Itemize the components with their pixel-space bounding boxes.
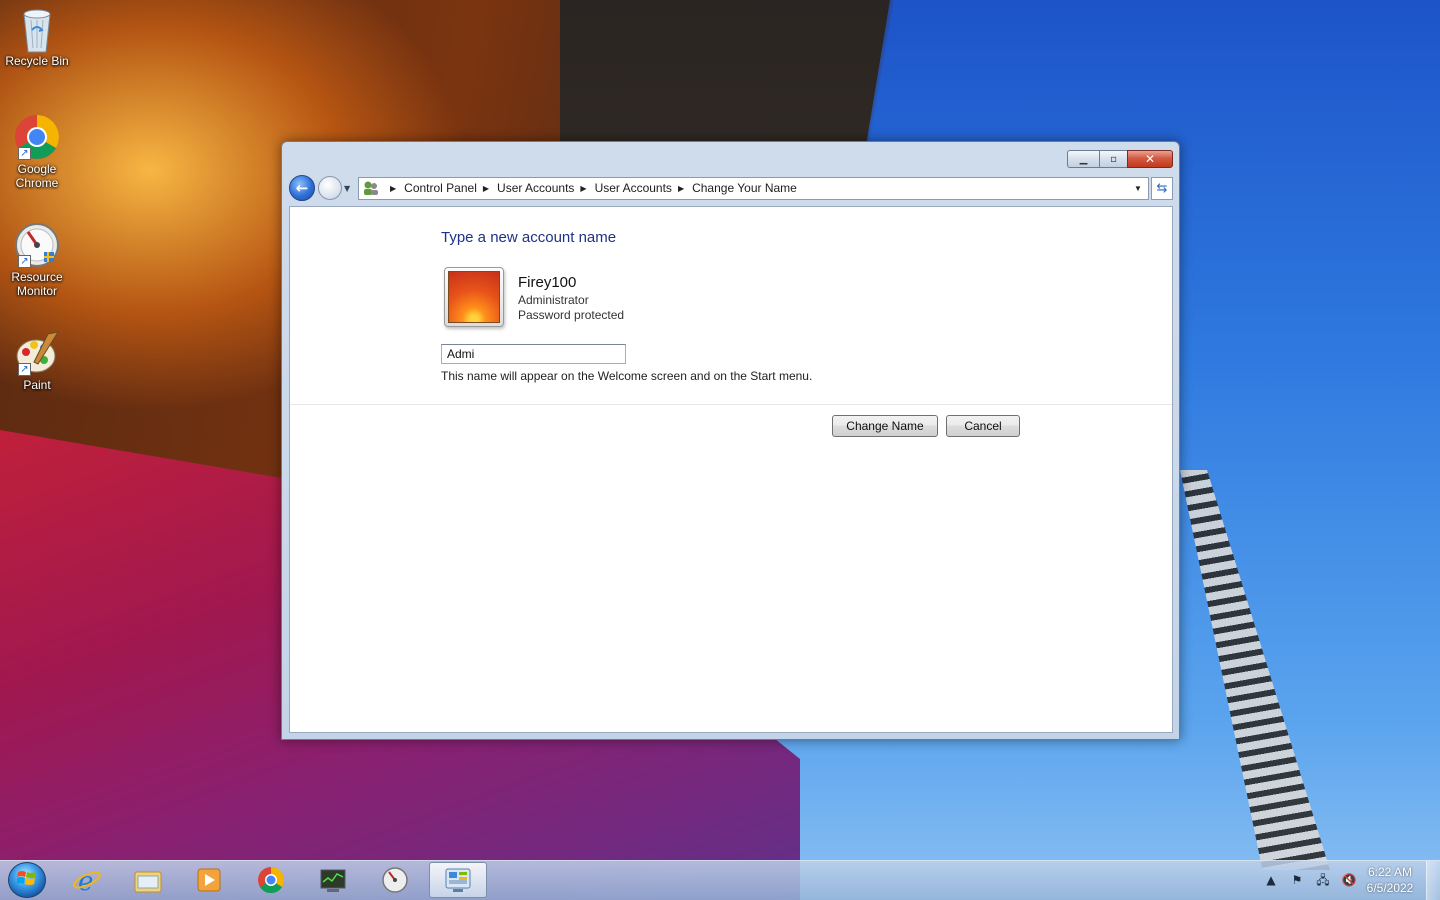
show-hidden-icons-icon[interactable]: ▲ <box>1263 872 1279 888</box>
taskbar-windows-explorer[interactable] <box>119 862 177 898</box>
resource-monitor-icon: ↗ <box>14 222 60 268</box>
address-bar[interactable]: ▶ Control Panel ▶ User Accounts ▶ User A… <box>358 176 1149 200</box>
back-arrow-icon: ← <box>295 179 309 197</box>
breadcrumb-control-panel[interactable]: Control Panel <box>404 181 477 195</box>
desktop-icon-label: Resource Monitor <box>11 270 63 298</box>
desktop-icon-label: Google Chrome <box>15 162 59 190</box>
taskbar-control-panel[interactable] <box>429 862 487 898</box>
clock-date: 6/5/2022 <box>1366 881 1414 895</box>
chevron-down-icon: ▼ <box>344 183 351 193</box>
taskbar-task-manager[interactable] <box>304 862 362 898</box>
name-hint-text: This name will appear on the Welcome scr… <box>441 369 813 383</box>
breadcrumb-arrow-icon[interactable]: ▶ <box>580 184 586 193</box>
chrome-icon: ↗ <box>14 114 60 160</box>
close-button[interactable]: ✕ <box>1127 150 1173 168</box>
breadcrumb-user-accounts[interactable]: User Accounts <box>497 181 574 195</box>
shortcut-arrow-icon: ↗ <box>18 255 31 268</box>
desktop-icon-label: Paint <box>23 378 51 392</box>
breadcrumb-arrow-icon[interactable]: ▶ <box>483 184 489 193</box>
recycle-bin-icon <box>14 6 60 53</box>
maximize-button[interactable]: ▫ <box>1099 150 1127 168</box>
caption-buttons: ▁ ▫ ✕ <box>1067 150 1173 168</box>
minimize-button[interactable]: ▁ <box>1067 150 1099 168</box>
account-password-status: Password protected <box>518 308 625 322</box>
desktop-icon-label: Recycle Bin <box>5 54 69 68</box>
breadcrumb-user-accounts-sub[interactable]: User Accounts <box>595 181 672 195</box>
breadcrumb-change-your-name[interactable]: Change Your Name <box>692 181 797 195</box>
wallpaper-tower <box>1180 470 1330 870</box>
back-button[interactable]: ← <box>289 175 315 201</box>
action-center-flag-icon[interactable]: ⚑ <box>1289 872 1305 888</box>
show-desktop-button[interactable] <box>1426 861 1440 900</box>
flower-picture <box>448 271 500 323</box>
task-manager-icon <box>318 866 348 894</box>
control-panel-icon <box>362 180 380 196</box>
close-icon: ✕ <box>1144 152 1156 166</box>
notification-area: ▲ ⚑ 🖧 🔇 <box>1258 868 1362 892</box>
control-panel-icon <box>443 866 473 894</box>
media-player-icon <box>194 866 224 894</box>
address-dropdown-button[interactable]: ▼ <box>1128 184 1148 193</box>
paint-icon: ↗ <box>14 330 60 376</box>
maximize-icon: ▫ <box>1110 153 1117 165</box>
desktop-icon-google-chrome[interactable]: ↗ Google Chrome <box>4 114 70 190</box>
desktop-icon-recycle-bin[interactable]: Recycle Bin <box>4 6 70 68</box>
content-pane: Type a new account name Firey100 Adminis… <box>289 206 1173 733</box>
page-title: Type a new account name <box>441 229 617 246</box>
breadcrumb-arrow-icon[interactable]: ▶ <box>390 184 396 193</box>
desktop-icon-resource-monitor[interactable]: ↗ Resource Monitor <box>4 222 70 298</box>
shortcut-arrow-icon: ↗ <box>18 363 31 376</box>
svg-text:e: e <box>78 867 93 894</box>
internet-explorer-icon: e <box>72 866 102 897</box>
clock-time: 6:22 AM <box>1367 865 1413 879</box>
change-name-button[interactable]: Change Name <box>832 415 938 437</box>
desktop-icon-paint[interactable]: ↗ Paint <box>4 330 70 392</box>
account-role: Administrator <box>518 293 589 307</box>
network-icon[interactable]: 🖧 <box>1315 872 1331 888</box>
shortcut-arrow-icon: ↗ <box>18 147 31 160</box>
windows-explorer-icon <box>133 866 163 894</box>
divider <box>290 404 1172 405</box>
new-account-name-input[interactable] <box>441 344 626 364</box>
taskbar-internet-explorer[interactable]: e <box>58 862 116 898</box>
cancel-button[interactable]: Cancel <box>946 415 1020 437</box>
windows-logo-icon <box>16 869 37 891</box>
account-name: Firey100 <box>518 274 577 291</box>
account-picture <box>444 267 504 327</box>
breadcrumb-arrow-icon[interactable]: ▶ <box>678 184 684 193</box>
chrome-icon <box>256 866 286 894</box>
control-panel-window: ▁ ▫ ✕ ← ▼ ▶ Control Panel ▶ User Account… <box>281 141 1180 740</box>
navigation-bar: ← ▼ ▶ Control Panel ▶ User Accounts ▶ Us… <box>289 174 1173 202</box>
taskbar-media-player[interactable] <box>180 862 238 898</box>
start-button[interactable] <box>8 862 46 898</box>
volume-muted-icon[interactable]: 🔇 <box>1341 872 1357 888</box>
recent-pages-dropdown[interactable]: ▼ <box>344 184 356 193</box>
forward-button[interactable] <box>318 176 342 200</box>
minimize-icon: ▁ <box>1079 153 1088 165</box>
resource-monitor-icon <box>380 866 410 894</box>
refresh-button[interactable]: ⇆ <box>1151 176 1173 200</box>
taskbar-chrome[interactable] <box>242 862 300 898</box>
refresh-icon: ⇆ <box>1156 180 1168 196</box>
taskbar-resource-monitor[interactable] <box>366 862 424 898</box>
taskbar-clock[interactable]: 6:22 AM 6/5/2022 <box>1356 864 1424 896</box>
